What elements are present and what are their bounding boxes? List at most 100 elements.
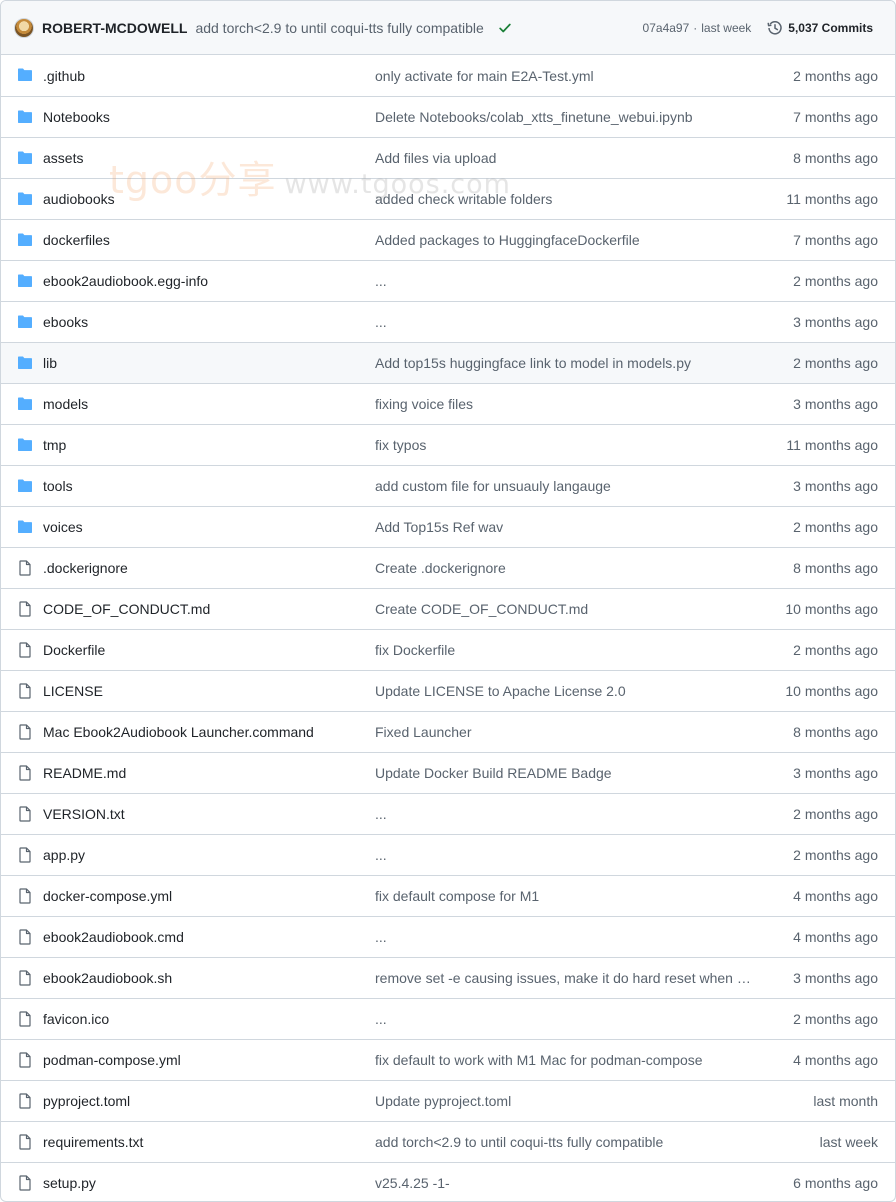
commit-message-link[interactable]: Update LICENSE to Apache License 2.0 [375, 683, 757, 699]
commit-message-link[interactable]: fix default to work with M1 Mac for podm… [375, 1052, 757, 1068]
file-name-link[interactable]: pyproject.toml [43, 1093, 130, 1109]
commit-time: 8 months ago [793, 560, 878, 576]
file-row[interactable]: ebook2audiobook.sh remove set -e causing … [1, 957, 895, 998]
commit-message-link[interactable]: fix typos [375, 437, 757, 453]
file-row[interactable]: models fixing voice files 3 months ago [1, 383, 895, 424]
file-row[interactable]: setup.py v25.4.25 -1- 6 months ago [1, 1162, 895, 1201]
folder-name-link[interactable]: models [43, 396, 88, 412]
commit-message-link[interactable]: add custom file for unsuauly langauge [375, 478, 757, 494]
commit-time: 8 months ago [793, 724, 878, 740]
folder-name-link[interactable]: ebook2audiobook.egg-info [43, 273, 208, 289]
file-name-link[interactable]: setup.py [43, 1175, 96, 1191]
file-row[interactable]: Notebooks Delete Notebooks/colab_xtts_fin… [1, 96, 895, 137]
folder-name-link[interactable]: lib [43, 355, 57, 371]
commit-message-link[interactable]: Create .dockerignore [375, 560, 757, 576]
folder-name-link[interactable]: audiobooks [43, 191, 115, 207]
commit-author[interactable]: ROBERT-MCDOWELL [42, 20, 187, 36]
file-row[interactable]: pyproject.toml Update pyproject.toml last … [1, 1080, 895, 1121]
folder-name-link[interactable]: .github [43, 68, 85, 84]
file-name-link[interactable]: CODE_OF_CONDUCT.md [43, 601, 210, 617]
file-name-link[interactable]: Mac Ebook2Audiobook Launcher.command [43, 724, 314, 740]
commit-message-link[interactable]: add torch<2.9 to until coqui-tts fully c… [375, 1134, 757, 1150]
file-name-link[interactable]: favicon.ico [43, 1011, 109, 1027]
file-name-link[interactable]: LICENSE [43, 683, 103, 699]
commit-message-link[interactable]: ... [375, 806, 757, 822]
commit-message-link[interactable]: Update Docker Build README Badge [375, 765, 757, 781]
commit-message-link[interactable]: Create CODE_OF_CONDUCT.md [375, 601, 757, 617]
file-row[interactable]: CODE_OF_CONDUCT.md Create CODE_OF_CONDUCT… [1, 588, 895, 629]
file-row[interactable]: dockerfiles Added packages to Huggingface… [1, 219, 895, 260]
commit-message-link[interactable]: ... [375, 273, 757, 289]
commit-message-link[interactable]: fix Dockerfile [375, 642, 757, 658]
file-name-link[interactable]: VERSION.txt [43, 806, 125, 822]
commit-message-link[interactable]: ... [375, 314, 757, 330]
commit-time: last week [701, 20, 752, 35]
folder-name-link[interactable]: dockerfiles [43, 232, 110, 248]
folder-name-link[interactable]: assets [43, 150, 83, 166]
avatar[interactable] [14, 17, 34, 38]
commit-message-link[interactable]: fixing voice files [375, 396, 757, 412]
commit-meta: 07a4a97 · last week 5,037 Commits [643, 1, 873, 54]
file-row[interactable]: lib Add top15s huggingface link to model … [1, 342, 895, 383]
file-row[interactable]: app.py... 2 months ago [1, 834, 895, 875]
file-row[interactable]: audiobooks added check writable folders 11… [1, 178, 895, 219]
commit-message-link[interactable]: ... [375, 847, 757, 863]
commit-message-link[interactable]: Add files via upload [375, 150, 757, 166]
file-row[interactable]: requirements.txt add torch<2.9 to until c… [1, 1121, 895, 1162]
file-name-link[interactable]: requirements.txt [43, 1134, 143, 1150]
commit-message-link[interactable]: Update pyproject.toml [375, 1093, 757, 1109]
file-name-link[interactable]: podman-compose.yml [43, 1052, 181, 1068]
file-icon [17, 888, 33, 904]
folder-name-link[interactable]: voices [43, 519, 83, 535]
file-name-link[interactable]: README.md [43, 765, 126, 781]
commit-message-link[interactable]: Delete Notebooks/colab_xtts_finetune_web… [375, 109, 757, 125]
commit-message-link[interactable]: Fixed Launcher [375, 724, 757, 740]
commits-link[interactable]: 5,037 Commits [767, 20, 873, 36]
check-icon[interactable] [498, 21, 512, 35]
latest-commit-message[interactable]: add torch<2.9 to until coqui-tts fully c… [195, 20, 483, 36]
commit-message-link[interactable]: remove set -e causing issues, make it do… [375, 970, 757, 986]
file-row[interactable]: ebook2audiobook.egg-info... 2 months ago [1, 260, 895, 301]
commit-time: 2 months ago [793, 519, 878, 535]
file-name-link[interactable]: .dockerignore [43, 560, 128, 576]
history-icon [767, 20, 782, 35]
file-row[interactable]: LICENSE Update LICENSE to Apache License … [1, 670, 895, 711]
folder-name-link[interactable]: tools [43, 478, 73, 494]
commit-message-link[interactable]: Add top15s huggingface link to model in … [375, 355, 757, 371]
commit-message-link[interactable]: Added packages to HuggingfaceDockerfile [375, 232, 757, 248]
file-name-link[interactable]: ebook2audiobook.sh [43, 970, 172, 986]
commit-message-link[interactable]: ... [375, 929, 757, 945]
file-row[interactable]: Mac Ebook2Audiobook Launcher.command Fixe… [1, 711, 895, 752]
commit-message-link[interactable]: fix default compose for M1 [375, 888, 757, 904]
file-row[interactable]: assets Add files via upload 8 months ago [1, 137, 895, 178]
file-row[interactable]: favicon.ico... 2 months ago [1, 998, 895, 1039]
file-name-link[interactable]: Dockerfile [43, 642, 105, 658]
file-row[interactable]: Dockerfile fix Dockerfile 2 months ago [1, 629, 895, 670]
folder-name-link[interactable]: tmp [43, 437, 66, 453]
file-row[interactable]: tools add custom file for unsuauly langau… [1, 465, 895, 506]
file-browser: ROBERT-MCDOWELL add torch<2.9 to until c… [0, 0, 896, 1202]
commit-message-link[interactable]: ... [375, 1011, 757, 1027]
folder-name-link[interactable]: Notebooks [43, 109, 110, 125]
file-name-link[interactable]: docker-compose.yml [43, 888, 172, 904]
file-row[interactable]: voices Add Top15s Ref wav 2 months ago [1, 506, 895, 547]
commit-message-link[interactable]: v25.4.25 -1- [375, 1175, 757, 1191]
commit-time: 3 months ago [793, 478, 878, 494]
file-row[interactable]: tmp fix typos 11 months ago [1, 424, 895, 465]
commit-time: 2 months ago [793, 273, 878, 289]
file-row[interactable]: ebooks... 3 months ago [1, 301, 895, 342]
file-row[interactable]: VERSION.txt... 2 months ago [1, 793, 895, 834]
commit-message-link[interactable]: only activate for main E2A-Test.yml [375, 68, 757, 84]
file-row[interactable]: docker-compose.yml fix default compose fo… [1, 875, 895, 916]
folder-name-link[interactable]: ebooks [43, 314, 88, 330]
file-row[interactable]: README.md Update Docker Build README Badg… [1, 752, 895, 793]
commit-hash[interactable]: 07a4a97 [643, 21, 690, 35]
file-row[interactable]: .dockerignore Create .dockerignore 8 month… [1, 547, 895, 588]
file-row[interactable]: ebook2audiobook.cmd... 4 months ago [1, 916, 895, 957]
file-name-link[interactable]: ebook2audiobook.cmd [43, 929, 184, 945]
commit-message-link[interactable]: Add Top15s Ref wav [375, 519, 757, 535]
file-row[interactable]: podman-compose.yml fix default to work wi… [1, 1039, 895, 1080]
file-name-link[interactable]: app.py [43, 847, 85, 863]
commit-message-link[interactable]: added check writable folders [375, 191, 757, 207]
file-row[interactable]: .github only activate for main E2A-Test.y… [1, 55, 895, 96]
